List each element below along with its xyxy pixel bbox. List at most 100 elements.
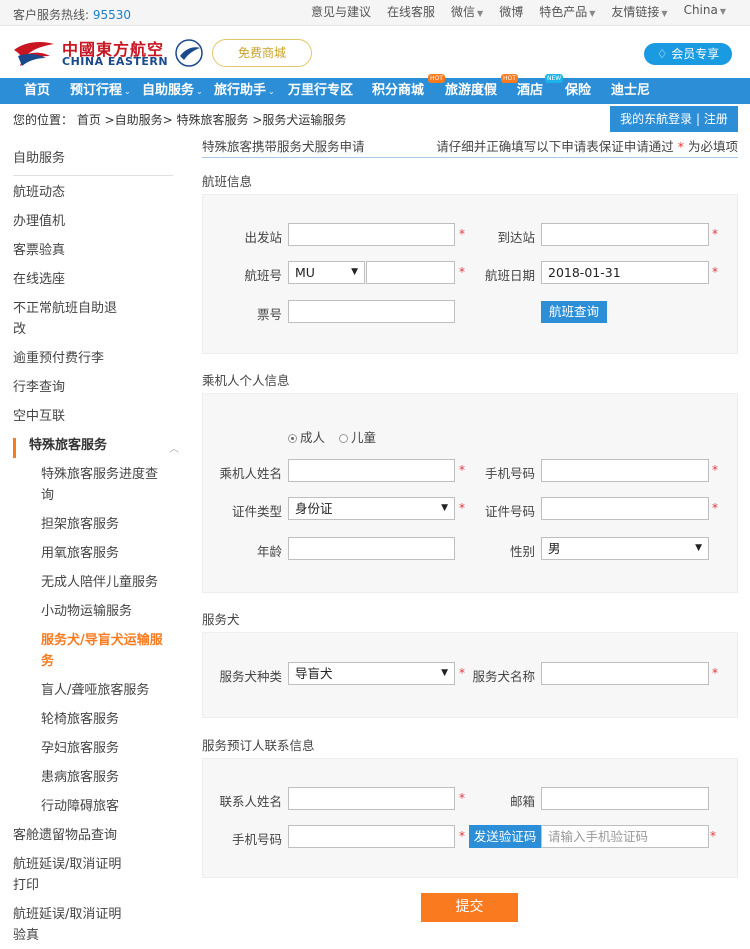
china-eastern-logo[interactable]: 中國東方航空 CHINA EASTERN <box>12 36 203 70</box>
hotline: 客户服务热线: 95530 <box>13 6 131 23</box>
sidebar-sub-oxygen[interactable]: 用氧旅客服务 <box>41 543 173 564</box>
swallow-logo-icon <box>14 42 54 66</box>
sidebar-sub-stretcher[interactable]: 担架旅客服务 <box>41 514 173 535</box>
nav-self-service[interactable]: 自助服务 ⌄ <box>142 78 203 104</box>
nav-vacation-label: 旅游度假 <box>445 83 498 98</box>
flight-prefix-value: MU <box>295 265 315 280</box>
flight-prefix-select[interactable]: MU ▼ <box>288 261 365 284</box>
top-link-feedback[interactable]: 意见与建议 <box>303 3 379 20</box>
sidebar-sub-progress-cont[interactable]: 询 <box>41 485 173 506</box>
logo-english-name: CHINA EASTERN <box>62 55 169 68</box>
flight-date-label: 航班日期 <box>484 268 535 283</box>
radio-unselected-icon <box>339 434 348 443</box>
verification-code-input[interactable]: 请输入手机验证码 <box>541 825 709 848</box>
top-link-wechat-label: 微信 <box>451 5 476 19</box>
top-link-online-service[interactable]: 在线客服 <box>379 3 443 20</box>
sidebar-sub-pregnant[interactable]: 孕妇旅客服务 <box>41 738 173 759</box>
id-number-label: 证件号码 <box>484 504 535 519</box>
sidebar-item-delay-verify[interactable]: 航班延误/取消证明 <box>13 904 173 925</box>
flight-query-button[interactable]: 航班查询 <box>541 301 607 323</box>
chevron-down-icon: ▼ <box>477 9 484 18</box>
contact-phone-label: 手机号码 <box>231 832 282 847</box>
contact-name-input[interactable] <box>288 787 455 810</box>
sidebar-item-ticket-verify[interactable]: 客票验真 <box>13 240 173 261</box>
nav-booking[interactable]: 预订行程 ⌄ <box>70 78 131 104</box>
dog-type-value: 导盲犬 <box>295 666 333 681</box>
sidebar-item-inflight-wifi[interactable]: 空中互联 <box>13 406 173 427</box>
sidebar-item-delay-print[interactable]: 航班延误/取消证明 <box>13 854 173 875</box>
nav-disney[interactable]: 迪士尼 <box>611 78 650 104</box>
sidebar-sub-service-dog[interactable]: 服务犬/导盲犬运输服 <box>41 630 173 651</box>
top-link-region[interactable]: China ▼ <box>676 3 734 20</box>
chevron-up-icon[interactable]: ︿ <box>169 440 179 455</box>
sidebar-item-baggage-query[interactable]: 行李查询 <box>13 377 173 398</box>
sidebar-sub-service-dog-cont[interactable]: 务 <box>41 651 173 672</box>
login-register-button[interactable]: 我的东航登录 | 注册 <box>610 106 738 132</box>
passenger-name-input[interactable] <box>288 459 455 482</box>
sidebar-item-delay-print-cont[interactable]: 打印 <box>13 875 173 896</box>
submit-button[interactable]: 提交 <box>421 893 518 922</box>
member-exclusive-button[interactable]: ♢ 会员专享 <box>644 43 732 65</box>
sidebar-item-excess-baggage[interactable]: 逾重预付费行李 <box>13 348 173 369</box>
phone-input[interactable] <box>541 459 709 482</box>
breadcrumb[interactable]: 您的位置： 首页 >自助服务> 特殊旅客服务 >服务犬运输服务 <box>13 111 346 128</box>
gender-select[interactable]: 男 ▼ <box>541 537 709 560</box>
id-number-input[interactable] <box>541 497 709 520</box>
adult-label: 成人 <box>300 430 326 445</box>
nav-points-mall[interactable]: 积分商城 HOT <box>372 74 445 104</box>
nav-hotel[interactable]: 酒店 NEW <box>517 74 564 104</box>
sidebar-sub-wheelchair[interactable]: 轮椅旅客服务 <box>41 709 173 730</box>
dropdown-arrow-icon: ▼ <box>441 668 448 678</box>
sidebar-sub-mobility[interactable]: 行动障碍旅客 <box>41 796 173 817</box>
sidebar-item-seat-select[interactable]: 在线选座 <box>13 269 173 290</box>
nav-insurance[interactable]: 保险 <box>565 78 591 104</box>
free-mall-badge[interactable]: 免费商城 <box>212 39 312 67</box>
dog-name-input[interactable] <box>541 662 709 685</box>
sidebar-sub-blind-deaf[interactable]: 盲人/聋哑旅客服务 <box>41 680 173 701</box>
nav-travel-assistant[interactable]: 旅行助手 ⌄ <box>214 78 275 104</box>
top-link-products-label: 特色产品 <box>539 5 588 19</box>
top-link-friends[interactable]: 友情链接 ▼ <box>603 3 675 20</box>
sidebar-item-checkin[interactable]: 办理值机 <box>13 211 173 232</box>
header: 中國東方航空 CHINA EASTERN 免费商城 ♢ 会员专享 <box>0 26 750 78</box>
send-code-button[interactable]: 发送验证码 <box>469 825 541 848</box>
child-radio[interactable]: 儿童 <box>339 427 376 446</box>
sidebar-item-delay-verify-cont[interactable]: 验真 <box>13 925 173 946</box>
nav-home[interactable]: 首页 <box>24 78 50 104</box>
top-link-weibo[interactable]: 微博 <box>491 3 531 20</box>
dog-type-select[interactable]: 导盲犬 ▼ <box>288 662 455 685</box>
sidebar-sub-ill[interactable]: 患病旅客服务 <box>41 767 173 788</box>
age-input[interactable] <box>288 537 455 560</box>
email-label: 邮箱 <box>509 794 535 809</box>
contact-info-panel <box>202 758 738 878</box>
sidebar-section-special[interactable]: 特殊旅客服务 <box>29 435 189 456</box>
nav-travel-assistant-label: 旅行助手 <box>214 83 267 98</box>
required-star: * <box>712 227 718 241</box>
top-link-wechat[interactable]: 微信 ▼ <box>443 3 491 20</box>
sidebar-item-flight-status[interactable]: 航班动态 <box>13 182 173 203</box>
nav-vacation[interactable]: 旅游度假 HOT <box>445 74 518 104</box>
nav-mileage[interactable]: 万里行专区 <box>288 78 353 104</box>
top-link-products[interactable]: 特色产品 ▼ <box>531 3 603 20</box>
hot-badge: HOT <box>501 74 518 83</box>
sidebar-item-lost-items[interactable]: 客舱遗留物品查询 <box>13 825 173 846</box>
flight-number-input[interactable] <box>366 261 455 284</box>
section-active-marker <box>13 438 16 458</box>
id-type-select[interactable]: 身份证 ▼ <box>288 497 455 520</box>
flight-date-input[interactable]: 2018-01-31 <box>541 261 709 284</box>
flight-number-label: 航班号 <box>244 268 282 283</box>
adult-radio[interactable]: 成人 <box>288 427 325 446</box>
departure-input[interactable] <box>288 223 455 246</box>
form-hint-tail: 为必填项 <box>687 139 738 154</box>
email-input[interactable] <box>541 787 709 810</box>
contact-phone-input[interactable] <box>288 825 455 848</box>
child-label: 儿童 <box>351 430 377 445</box>
sidebar-sub-pet[interactable]: 小动物运输服务 <box>41 601 173 622</box>
sidebar-item-irregular-refund-cont[interactable]: 改 <box>13 319 173 340</box>
dog-section-title: 服务犬 <box>202 612 240 627</box>
ticket-number-input[interactable] <box>288 300 455 323</box>
sidebar-item-irregular-refund[interactable]: 不正常航班自助退 <box>13 298 173 319</box>
sidebar-sub-progress[interactable]: 特殊旅客服务进度查 <box>41 464 173 485</box>
arrival-input[interactable] <box>541 223 709 246</box>
sidebar-sub-unaccompanied-minor[interactable]: 无成人陪伴儿童服务 <box>41 572 173 593</box>
